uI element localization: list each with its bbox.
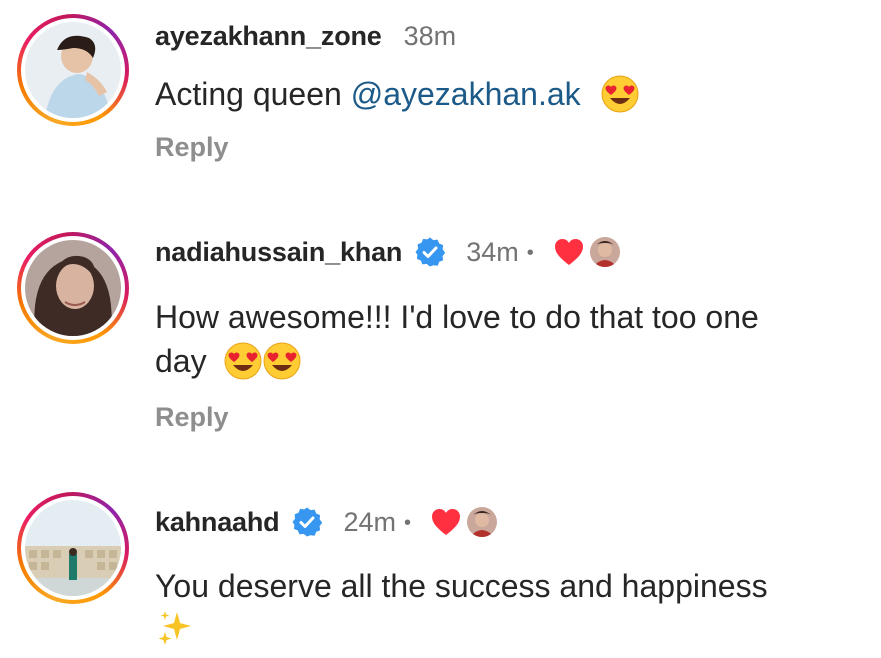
avatar[interactable] [25,500,121,596]
verified-badge-icon [414,236,446,268]
comment-text: You deserve all the success and happines… [155,564,865,653]
mention-link[interactable]: @ayezakhan.ak [351,76,581,112]
story-ring[interactable] [17,492,129,604]
heart-eyes-emoji-icon [600,74,640,114]
avatar-image [25,22,121,118]
comment-timestamp: 24m [343,506,396,537]
reply-button[interactable]: Reply [155,402,229,433]
comment-text: Acting queen @ayezakhan.ak [155,72,865,116]
comment-timestamp: 34m [466,236,519,267]
liked-by-author-heart-icon [431,508,461,536]
separator-dot: • [403,511,411,534]
separator-dot: • [526,241,534,264]
heart-eyes-emoji-icon [262,341,302,381]
reply-button[interactable]: Reply [155,132,229,163]
comment-item: ayezakhann_zone 38m Acting queen @ayezak… [0,0,881,190]
comment-timestamp: 38m [403,20,457,51]
comment-item: kahnaahd 24m • You deserve all the succe… [0,460,881,658]
avatar-image [25,240,121,336]
verified-badge-icon [291,506,323,538]
username[interactable]: kahnaahd [155,507,280,538]
username[interactable]: nadiahussain_khan [155,237,402,268]
avatar[interactable] [25,240,121,336]
heart-eyes-emoji-icon [223,341,263,381]
comment-text: How awesome!!! I'd love to do that too o… [155,299,759,381]
liked-by-author-heart-icon [554,238,584,266]
author-mini-avatar [590,237,620,267]
avatar[interactable] [25,22,121,118]
story-ring[interactable] [17,232,129,344]
username[interactable]: ayezakhann_zone [155,21,382,52]
sparkles-emoji-icon [155,608,195,648]
comment-item: nadiahussain_khan 34m • How awesome!!! I… [0,190,881,460]
author-mini-avatar [467,507,497,537]
story-ring[interactable] [17,14,129,126]
avatar-image [25,500,121,596]
